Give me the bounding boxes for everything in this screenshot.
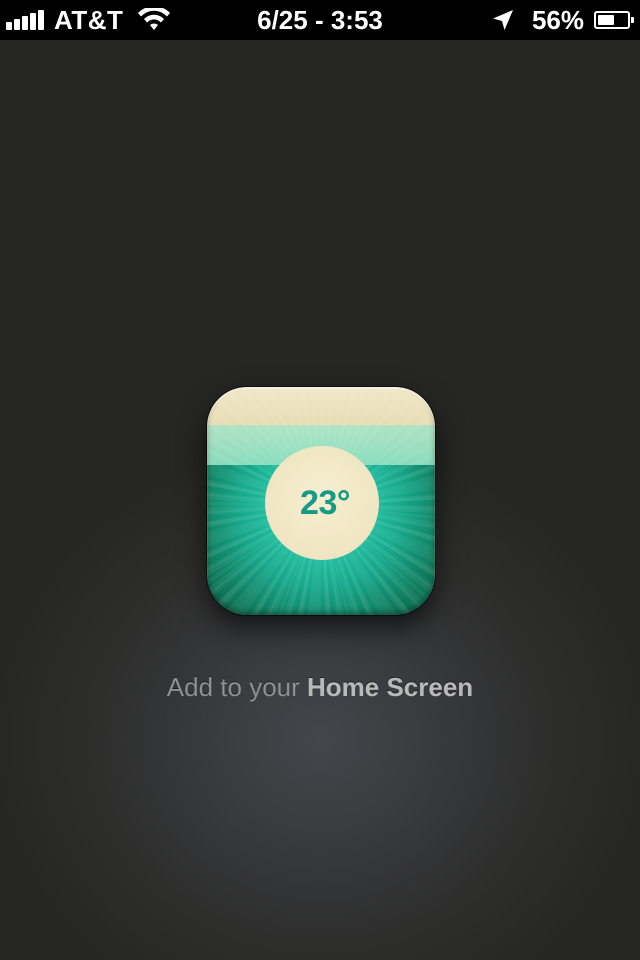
battery-nub	[631, 17, 634, 23]
caption-emphasis: Home Screen	[307, 672, 474, 702]
add-to-home-screen-caption: Add to your Home Screen	[0, 672, 640, 703]
caption-prefix: Add to your	[166, 672, 307, 702]
weather-app-icon[interactable]: 23°	[207, 387, 435, 615]
location-arrow-icon	[492, 10, 513, 30]
icon-gloss	[207, 387, 435, 615]
status-right: 56%	[492, 0, 634, 40]
status-bar: AT&T 6/25 - 3:53 56%	[0, 0, 640, 40]
screen: AT&T 6/25 - 3:53 56% 23° Add to your Hom…	[0, 0, 640, 960]
battery-percent: 56%	[531, 4, 584, 35]
battery-level-fill	[598, 15, 614, 25]
battery-icon	[594, 11, 634, 29]
date-time: 6/25 - 3:53	[257, 4, 383, 35]
